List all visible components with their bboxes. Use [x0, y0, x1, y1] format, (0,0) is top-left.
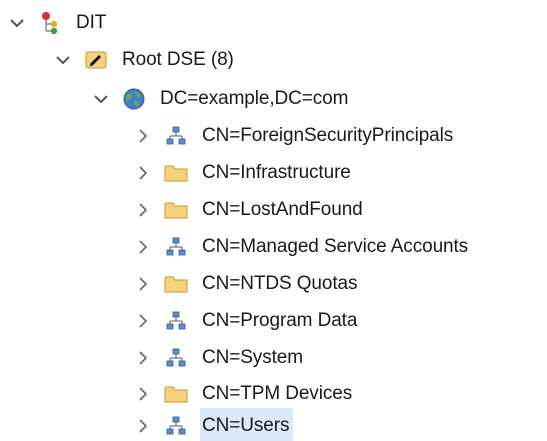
folder-icon [164, 382, 188, 406]
container-icon [164, 414, 188, 438]
tree-node-users[interactable]: CN=Users [132, 408, 294, 441]
tree-node-tpm-devices[interactable]: CN=TPM Devices [132, 376, 356, 412]
pencil-folder-icon [84, 48, 108, 72]
tree-node-infrastructure[interactable]: CN=Infrastructure [132, 155, 355, 191]
chevron-right-icon[interactable] [132, 192, 154, 228]
chevron-right-icon[interactable] [132, 266, 154, 302]
chevron-right-icon[interactable] [132, 408, 154, 441]
tree-node-managed-service-accounts[interactable]: CN=Managed Service Accounts [132, 229, 472, 265]
container-icon [164, 309, 188, 333]
tree-node-label: CN=Program Data [202, 310, 358, 331]
tree-node-label: CN=Users [200, 408, 294, 441]
tree-node-label: CN=ForeignSecurityPrincipals [202, 125, 454, 146]
folder-icon [164, 161, 188, 185]
tree-node-lost-and-found[interactable]: CN=LostAndFound [132, 192, 367, 228]
tree-node-label: CN=NTDS Quotas [202, 273, 358, 294]
tree-node-label: CN=Managed Service Accounts [202, 236, 469, 257]
chevron-down-icon[interactable] [52, 42, 74, 78]
tree-node-label: Root DSE (8) [122, 49, 234, 70]
tree-node-label: DC=example,DC=com [160, 88, 349, 109]
tree-node-label: CN=System [202, 347, 303, 368]
tree-node-program-data[interactable]: CN=Program Data [132, 303, 361, 339]
dit-tree-view: DIT Root DSE (8) DC=example,DC=com CN=Fo… [0, 0, 547, 441]
tree-node-label: CN=TPM Devices [202, 383, 353, 404]
container-icon [164, 124, 188, 148]
tree-node-dit[interactable]: DIT [6, 5, 110, 41]
chevron-down-icon[interactable] [6, 5, 28, 41]
folder-icon [164, 198, 188, 222]
tree-node-domain[interactable]: DC=example,DC=com [90, 81, 352, 117]
tree-node-label: CN=LostAndFound [202, 199, 363, 220]
tree-node-ntds-quotas[interactable]: CN=NTDS Quotas [132, 266, 361, 302]
chevron-right-icon[interactable] [132, 303, 154, 339]
chevron-right-icon[interactable] [132, 155, 154, 191]
chevron-right-icon[interactable] [132, 229, 154, 265]
tree-node-root-dse[interactable]: Root DSE (8) [52, 42, 238, 78]
container-icon [164, 346, 188, 370]
tree-node-label: DIT [76, 12, 107, 33]
container-icon [164, 235, 188, 259]
chevron-right-icon[interactable] [132, 376, 154, 412]
folder-icon [164, 272, 188, 296]
tree-node-label: CN=Infrastructure [202, 162, 351, 183]
tree-node-system[interactable]: CN=System [132, 340, 307, 376]
tree-node-foreign-security-principals[interactable]: CN=ForeignSecurityPrincipals [132, 118, 457, 154]
globe-icon [122, 87, 146, 111]
chevron-right-icon[interactable] [132, 340, 154, 376]
tree-hierarchy-icon [38, 11, 62, 35]
chevron-down-icon[interactable] [90, 81, 112, 117]
chevron-right-icon[interactable] [132, 118, 154, 154]
